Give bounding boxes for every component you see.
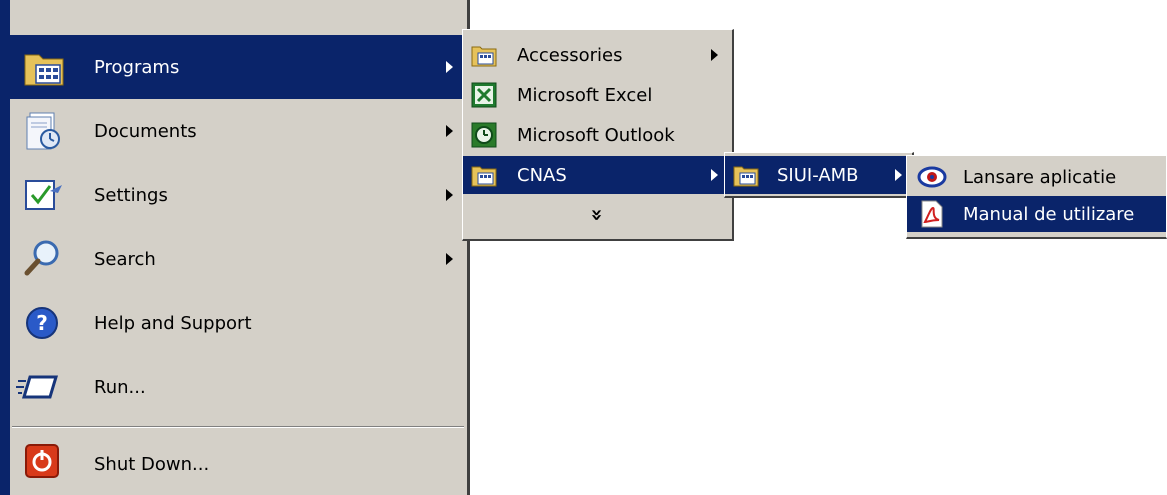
submenu-item-manual-de-utilizare[interactable]: Manual de utilizare (907, 196, 1166, 232)
submenu-item-excel[interactable]: Microsoft Excel (463, 76, 732, 114)
submenu-item-accessories[interactable]: Accessories (463, 36, 732, 74)
menu-separator (12, 426, 464, 428)
menu-item-label: Help and Support (94, 312, 252, 334)
menu-item-run[interactable]: Run... (10, 355, 467, 419)
run-icon (16, 375, 59, 399)
submenu-item-outlook[interactable]: Microsoft Outlook (463, 116, 732, 154)
menu-item-label: Microsoft Outlook (517, 124, 675, 146)
menu-item-label: Documents (94, 120, 197, 142)
menu-item-label: Settings (94, 184, 168, 206)
settings-icon (25, 180, 62, 210)
folder-icon (733, 166, 759, 187)
menu-item-help[interactable]: ? Help and Support (10, 291, 467, 355)
submenu-item-siui-amb[interactable]: SIUI-AMB (725, 156, 912, 194)
menu-item-label: Accessories (517, 44, 623, 66)
outlook-icon (471, 122, 497, 148)
menu-item-label: Lansare aplicatie (963, 166, 1117, 188)
pdf-icon (921, 200, 943, 228)
app-launch-icon (917, 166, 947, 188)
documents-icon (26, 112, 60, 150)
search-icon (24, 240, 59, 276)
submenu-arrow-icon (446, 253, 453, 265)
start-menu-sidebar (0, 0, 10, 495)
programs-submenu: Accessories Microsoft Excel Microsoft Ou… (462, 29, 734, 241)
cnas-submenu: SIUI-AMB (724, 152, 914, 198)
shutdown-icon (25, 444, 59, 478)
menu-item-label: Run... (94, 376, 146, 398)
submenu-item-cnas[interactable]: CNAS (463, 156, 732, 194)
menu-item-programs[interactable]: Programs (10, 35, 467, 99)
chevron-double-down-icon: » (585, 208, 610, 222)
menu-item-label: Search (94, 248, 156, 270)
submenu-arrow-icon (446, 61, 453, 73)
menu-item-shutdown[interactable]: Shut Down... (10, 433, 467, 495)
programs-folder-icon (24, 54, 64, 86)
svg-text:?: ? (36, 311, 48, 335)
menu-item-label: SIUI-AMB (777, 164, 859, 186)
submenu-arrow-icon (711, 169, 718, 181)
siui-amb-submenu: Lansare aplicatie Manual de utilizare (906, 155, 1167, 239)
excel-icon (471, 82, 497, 108)
menu-item-search[interactable]: Search (10, 227, 467, 291)
submenu-arrow-icon (895, 169, 902, 181)
submenu-arrow-icon (446, 189, 453, 201)
menu-item-settings[interactable]: Settings (10, 163, 467, 227)
submenu-arrow-icon (711, 49, 718, 61)
submenu-arrow-icon (446, 125, 453, 137)
help-icon: ? (26, 307, 58, 339)
start-menu: Programs Documents Settings Search ? Hel… (0, 0, 470, 495)
submenu-item-lansare-aplicatie[interactable]: Lansare aplicatie (907, 159, 1166, 195)
menu-item-label: Programs (94, 56, 180, 78)
menu-item-label: CNAS (517, 164, 567, 186)
menu-item-label: Shut Down... (94, 453, 210, 475)
menu-item-label: Manual de utilizare (963, 203, 1135, 225)
menu-item-documents[interactable]: Documents (10, 99, 467, 163)
menu-item-label: Microsoft Excel (517, 84, 653, 106)
folder-icon (471, 166, 497, 187)
expand-more-button[interactable]: » (463, 196, 732, 234)
folder-icon (471, 46, 497, 67)
